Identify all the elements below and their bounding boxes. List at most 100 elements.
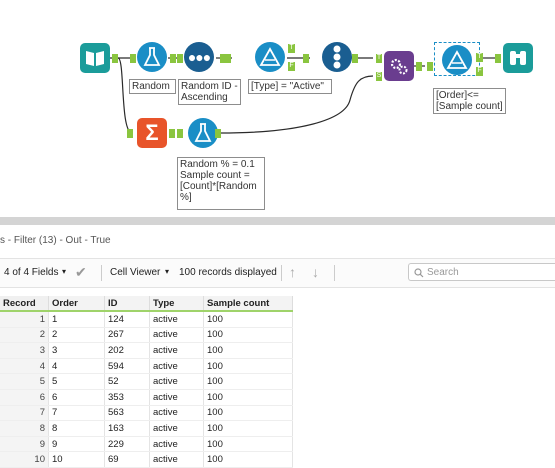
input-data-tool[interactable] (80, 43, 110, 73)
table-cell[interactable]: 6 (48, 389, 105, 406)
table-cell[interactable]: 100 (203, 342, 293, 359)
formula-anchor-out[interactable] (215, 129, 221, 138)
table-cell[interactable]: 100 (203, 327, 293, 344)
table-cell[interactable]: 2 (48, 327, 105, 344)
filter1-anchor-in[interactable] (225, 54, 231, 63)
table-cell[interactable]: active (149, 389, 204, 406)
sort-tool[interactable]: ●●● (184, 42, 214, 72)
append-target-anchor[interactable]: T (376, 54, 382, 63)
table-cell[interactable]: 100 (203, 358, 293, 375)
table-cell[interactable]: active (149, 358, 204, 375)
filter1-tool[interactable] (255, 42, 285, 72)
filter2-false-anchor[interactable]: F (476, 67, 483, 76)
table-cell[interactable]: 1 (48, 311, 105, 328)
table-cell[interactable]: 100 (203, 451, 293, 468)
table-row[interactable]: 5 5 52 active 100 (0, 373, 293, 390)
table-cell[interactable]: 3 (48, 342, 105, 359)
fields-dropdown-icon[interactable]: ▾ (62, 267, 66, 276)
table-row[interactable]: 8 8 163 active 100 (0, 420, 293, 437)
table-cell[interactable]: active (149, 451, 204, 468)
table-cell[interactable]: 202 (104, 342, 150, 359)
table-cell[interactable]: 563 (104, 405, 150, 422)
cell-viewer-dropdown[interactable]: Cell Viewer (110, 267, 160, 278)
pane-splitter[interactable] (0, 217, 555, 225)
table-row[interactable]: 10 10 69 active 100 (0, 451, 293, 468)
recordid-anchor-out[interactable] (352, 54, 358, 63)
flask-icon (143, 47, 161, 66)
table-cell[interactable]: 4 (48, 358, 105, 375)
recordid-anchor-in[interactable] (303, 54, 309, 63)
table-cell[interactable]: active (149, 405, 204, 422)
filter2-true-anchor[interactable]: T (476, 53, 483, 62)
table-cell[interactable]: 100 (203, 420, 293, 437)
summarize-tool[interactable]: Σ (137, 118, 167, 148)
filter2-anchor-in[interactable] (427, 62, 433, 71)
table-cell[interactable]: 100 (203, 405, 293, 422)
table-cell[interactable]: 124 (104, 311, 150, 328)
table-row[interactable]: 3 3 202 active 100 (0, 342, 293, 359)
table-cell[interactable]: 69 (104, 451, 150, 468)
column-header-sample-count[interactable]: Sample count (203, 296, 293, 312)
table-cell[interactable]: 163 (104, 420, 150, 437)
table-cell[interactable]: active (149, 311, 204, 328)
table-cell[interactable]: 100 (203, 373, 293, 390)
search-input[interactable]: Search (408, 263, 555, 281)
column-header-order[interactable]: Order (48, 296, 105, 312)
table-cell[interactable]: 267 (104, 327, 150, 344)
table-cell[interactable]: 100 (203, 389, 293, 406)
append-source-anchor[interactable]: S (376, 72, 382, 81)
table-cell[interactable]: 10 (48, 451, 105, 468)
checkmark-icon[interactable]: ✔ (75, 264, 87, 281)
table-cell[interactable]: 353 (104, 389, 150, 406)
table-row[interactable]: 7 7 563 active 100 (0, 405, 293, 422)
random-sample-tool[interactable] (137, 42, 167, 72)
browse-anchor-in[interactable] (495, 54, 501, 63)
filter2-tool[interactable] (442, 45, 472, 75)
table-cell[interactable]: 100 (203, 311, 293, 328)
table-row[interactable]: 9 9 229 active 100 (0, 436, 293, 453)
column-header-id[interactable]: ID (104, 296, 150, 312)
table-cell[interactable]: active (149, 327, 204, 344)
formula-tool[interactable] (188, 118, 218, 148)
table-cell[interactable]: active (149, 373, 204, 390)
arrow-down-icon[interactable]: ↓ (312, 264, 319, 280)
table-cell[interactable]: active (149, 342, 204, 359)
table-cell[interactable]: active (149, 420, 204, 437)
summarize-anchor-out[interactable] (169, 129, 175, 138)
filter1-false-anchor[interactable]: F (288, 62, 295, 71)
table-cell[interactable]: active (149, 436, 204, 453)
table-row[interactable]: 2 2 267 active 100 (0, 327, 293, 344)
random-anchor-in[interactable] (130, 54, 136, 63)
record-number: 5 (0, 373, 49, 390)
table-cell[interactable]: 7 (48, 405, 105, 422)
viewer-dropdown-icon[interactable]: ▾ (165, 267, 169, 276)
table-cell[interactable]: 100 (203, 436, 293, 453)
workflow-canvas[interactable]: Random ●●● Random ID - Ascending T F [Ty… (0, 0, 555, 218)
summarize-anchor-in[interactable] (127, 129, 133, 138)
search-icon (414, 268, 424, 278)
append-fields-tool[interactable] (384, 51, 414, 81)
input-anchor[interactable] (112, 54, 118, 63)
table-row[interactable]: 1 1 124 active 100 (0, 311, 293, 328)
table-row[interactable]: 4 4 594 active 100 (0, 358, 293, 375)
table-cell[interactable]: 52 (104, 373, 150, 390)
browse-tool[interactable] (503, 43, 533, 73)
filter1-true-anchor[interactable]: T (288, 44, 295, 53)
arrow-up-icon[interactable]: ↑ (289, 264, 296, 280)
column-header-record[interactable]: Record (0, 296, 49, 312)
sort-anchor-in[interactable] (177, 54, 183, 63)
random-anchor-out[interactable] (170, 54, 176, 63)
results-table: Record Order ID Type Sample count 1 1 124 a… (0, 296, 293, 468)
table-cell[interactable]: 9 (48, 436, 105, 453)
table-cell[interactable]: 5 (48, 373, 105, 390)
table-cell[interactable]: 594 (104, 358, 150, 375)
record-id-tool[interactable] (322, 42, 352, 72)
table-cell[interactable]: 229 (104, 436, 150, 453)
table-row[interactable]: 6 6 353 active 100 (0, 389, 293, 406)
append-anchor-out[interactable] (416, 62, 422, 71)
formula-anchor-in[interactable] (177, 129, 183, 138)
fields-selector[interactable]: 4 of 4 Fields (4, 267, 58, 278)
table-cell[interactable]: 8 (48, 420, 105, 437)
sort-annotation: Random ID - Ascending (178, 79, 241, 105)
column-header-type[interactable]: Type (149, 296, 204, 312)
